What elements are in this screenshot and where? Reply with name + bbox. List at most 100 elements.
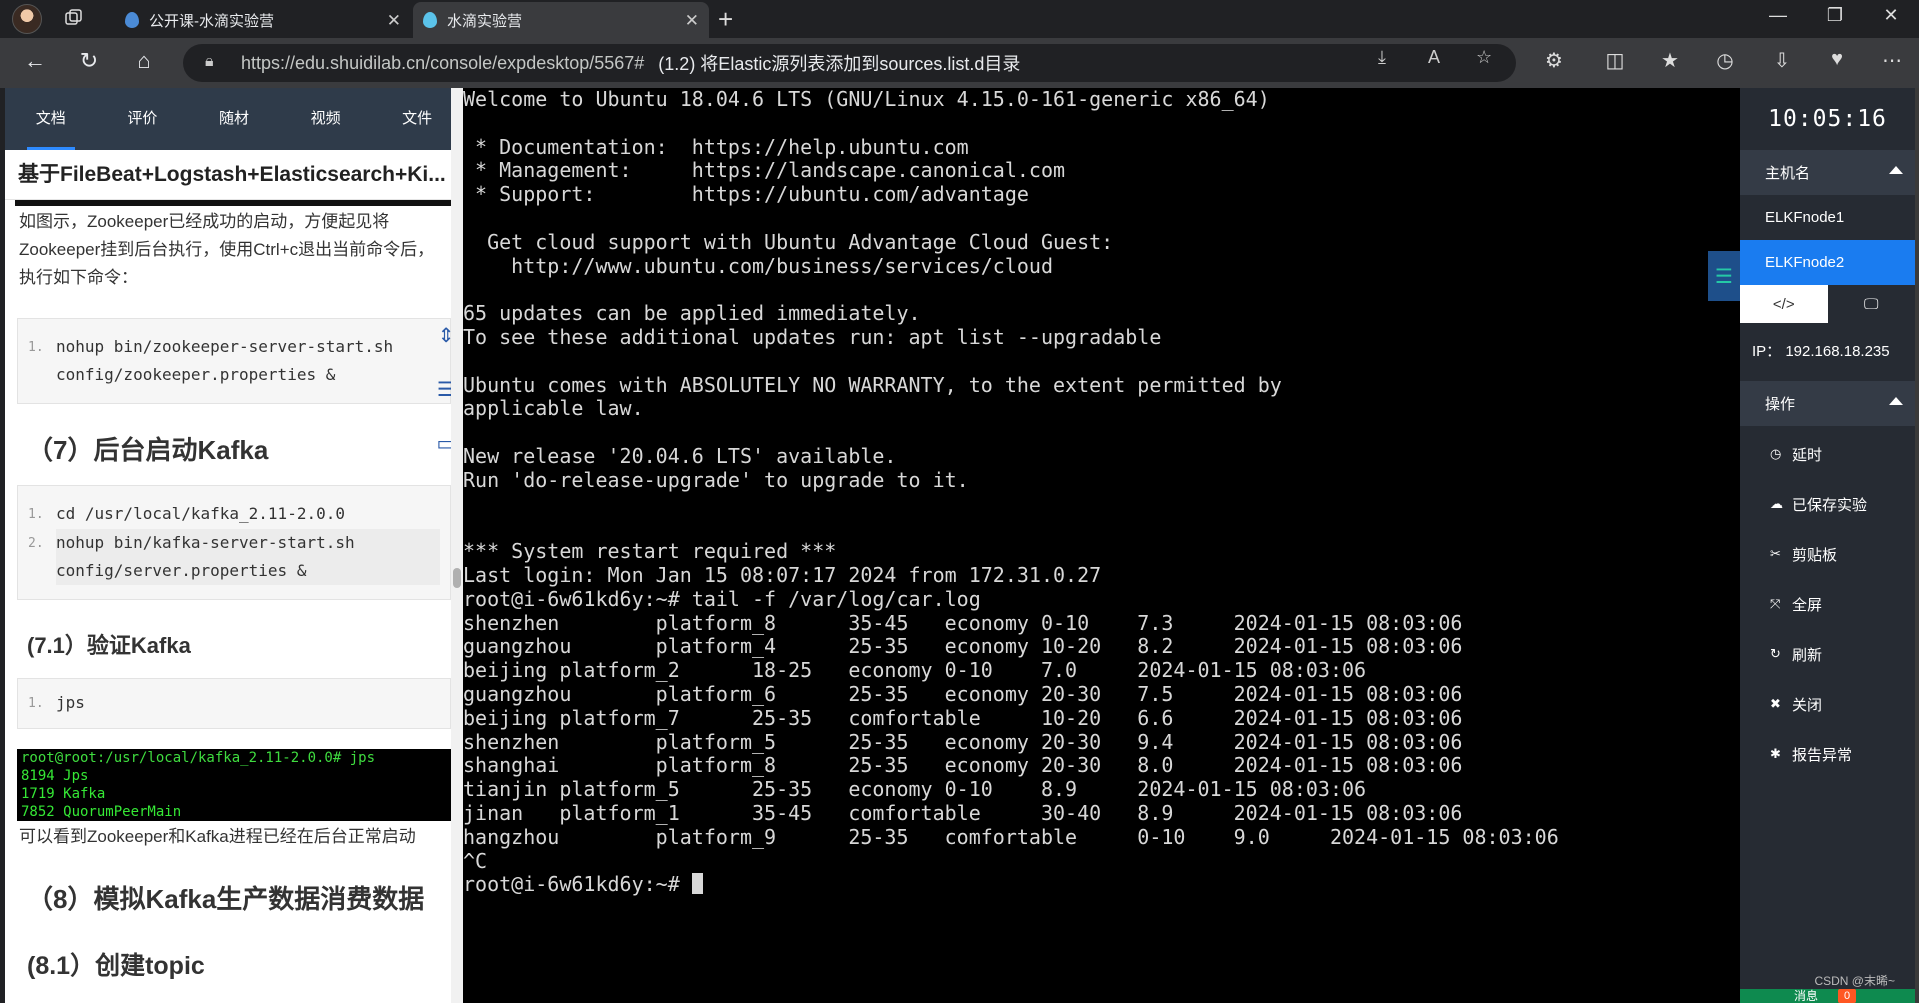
- profile-avatar[interactable]: [12, 4, 42, 34]
- performance-icon[interactable]: ♥: [1822, 48, 1852, 71]
- url-title: (1.2) 将Elastic源列表添加到sources.list.d目录: [658, 54, 1021, 74]
- tab-title: 水滴实验营: [447, 12, 523, 30]
- terminal-line: jinan platform_1 35-45 comfortable 30-40…: [463, 800, 1463, 825]
- tab-title: 公开课-水滴实验营: [149, 12, 274, 30]
- code-text: cd /usr/local/kafka_2.11-2.0.0: [56, 504, 345, 523]
- terminal-line: shanghai platform_8 25-35 economy 20-30 …: [463, 753, 1463, 778]
- browser-tab-2[interactable]: 水滴实验营 ✕: [413, 2, 709, 38]
- op-saved-button[interactable]: ☁ 已保存实验: [1740, 479, 1915, 529]
- desktop-view-icon[interactable]: 🖵︎: [1827, 285, 1915, 323]
- heading-verify-kafka: (7.1）验证Kafka: [27, 633, 191, 658]
- favorites-icon[interactable]: ★: [1655, 48, 1685, 73]
- close-window-button[interactable]: ✕: [1876, 5, 1906, 26]
- browser-tab-strip: 公开课-水滴实验营 ✕ 水滴实验营 ✕ + — ❐ ✕: [0, 0, 1919, 38]
- home-button[interactable]: ⌂: [129, 48, 159, 74]
- tab-review[interactable]: 评价: [97, 88, 189, 150]
- more-menu-icon[interactable]: ⋯: [1877, 48, 1907, 73]
- read-aloud-icon[interactable]: A: [1428, 47, 1440, 68]
- host-item-elkfnode1[interactable]: ELKFnode1: [1740, 195, 1915, 240]
- page-scrollbar[interactable]: [1915, 88, 1919, 1003]
- doc-scroll-thumb[interactable]: [453, 568, 461, 588]
- downloads-icon[interactable]: ⇩: [1767, 48, 1797, 73]
- doc-scrollbar[interactable]: [451, 88, 463, 1003]
- download-icon[interactable]: ⤓: [1378, 47, 1386, 68]
- ops-section-header[interactable]: 操作: [1740, 381, 1915, 426]
- paragraph: 如图示，Zookeeper已经成功的启动，方便起见将Zookeeper挂到后台执…: [19, 212, 435, 287]
- back-button[interactable]: ←: [20, 48, 50, 74]
- code-text: jps: [56, 693, 85, 712]
- bug-icon: ✱: [1770, 746, 1781, 761]
- tab-notes[interactable]: 随材: [188, 88, 280, 150]
- terminal-line: New release '20.04.6 LTS' available.: [463, 443, 897, 468]
- terminal-line: applicable law.: [463, 396, 644, 421]
- terminal-cursor: [691, 873, 703, 895]
- doc-tab-bar: 文档 评价 随材 视频 文件: [5, 88, 463, 150]
- terminal-line: beijing platform_2 18-25 economy 0-10 7.…: [463, 658, 1367, 683]
- host-section-header[interactable]: 主机名: [1740, 150, 1915, 195]
- jps-output-screenshot: root@root:/usr/local/kafka_2.11-2.0.0# j…: [17, 749, 451, 821]
- line-number: 1.: [28, 340, 44, 355]
- scissors-icon: ✂: [1770, 546, 1781, 561]
- paragraph: 可以看到Zookeeper和Kafka进程已经在后台正常启动: [19, 827, 416, 846]
- host-item-elkfnode2[interactable]: ELKFnode2: [1740, 240, 1915, 285]
- tab-video[interactable]: 视频: [280, 88, 372, 150]
- terminal-line: root@i-6w61kd6y:~# tail -f /var/log/car.…: [463, 586, 981, 611]
- code-block[interactable]: 1. jps: [17, 678, 451, 729]
- screenshot-edge: [15, 200, 453, 206]
- refresh-icon: ↻: [1770, 646, 1781, 661]
- tab-files[interactable]: 文件: [371, 88, 463, 150]
- host-header-label: 主机名: [1765, 165, 1811, 182]
- close-icon: ✖: [1770, 696, 1781, 711]
- op-clipboard-button[interactable]: ✂ 剪贴板: [1740, 529, 1915, 579]
- countdown-clock: 10:05:16: [1768, 106, 1887, 132]
- browser-tab-1[interactable]: 公开课-水滴实验营 ✕: [115, 2, 411, 38]
- close-tab-icon[interactable]: ✕: [387, 11, 401, 31]
- minimize-button[interactable]: —: [1763, 5, 1793, 26]
- split-screen-icon[interactable]: ◫: [1600, 48, 1630, 73]
- terminal-line: Ubuntu comes with ABSOLUTELY NO WARRANTY…: [463, 372, 1282, 397]
- new-tab-button[interactable]: +: [718, 4, 733, 35]
- reload-button[interactable]: ↻: [74, 48, 104, 74]
- water-drop-icon: [125, 12, 139, 28]
- op-close-button[interactable]: ✖ 关闭: [1740, 679, 1915, 729]
- message-label: 消息: [1794, 989, 1819, 1003]
- shot-line: 1719 Kafka: [21, 786, 106, 802]
- op-label: 剪贴板: [1792, 546, 1838, 564]
- op-refresh-button[interactable]: ↻ 刷新: [1740, 629, 1915, 679]
- op-report-button[interactable]: ✱ 报告异常: [1740, 729, 1915, 779]
- workspaces-icon[interactable]: [64, 8, 86, 30]
- code-block[interactable]: 1. cd /usr/local/kafka_2.11-2.0.0 2. noh…: [17, 485, 451, 600]
- terminal-line: beijing platform_7 25-35 comfortable 10-…: [463, 705, 1463, 730]
- terminal-line: Welcome to Ubuntu 18.04.6 LTS (GNU/Linux…: [463, 88, 1270, 111]
- heading-create-topic: (8.1）创建topic: [27, 952, 205, 980]
- code-block[interactable]: 1. nohup bin/zookeeper-server-start.sh c…: [17, 318, 451, 404]
- close-tab-icon[interactable]: ✕: [685, 11, 699, 31]
- terminal[interactable]: Welcome to Ubuntu 18.04.6 LTS (GNU/Linux…: [463, 88, 1740, 1003]
- clock-icon: ◷: [1770, 446, 1782, 461]
- op-delay-button[interactable]: ◷ 延时: [1740, 429, 1915, 479]
- lab-control-panel: 10:05:16 主机名 ELKFnode1 ELKFnode2 </> 🖵︎ …: [1740, 88, 1915, 1003]
- shot-line: 7852 QuorumPeerMain: [21, 804, 182, 820]
- terminal-line: guangzhou platform_6 25-35 economy 20-30…: [463, 681, 1463, 706]
- collapse-caret-icon: [1889, 166, 1903, 174]
- address-toolbar: ← ↻ ⌂ 🔒︎ https://edu.shuidilab.cn/consol…: [0, 38, 1919, 88]
- op-label: 延时: [1792, 446, 1823, 464]
- code-line: 1. cd /usr/local/kafka_2.11-2.0.0: [28, 500, 440, 529]
- maximize-button[interactable]: ❐: [1820, 5, 1850, 26]
- panel-toggle-icon[interactable]: ☰: [1708, 251, 1740, 301]
- code-view-icon[interactable]: </>: [1740, 285, 1828, 323]
- terminal-line: Run 'do-release-upgrade' to upgrade to i…: [463, 467, 969, 492]
- extensions-icon[interactable]: ⚙: [1539, 48, 1569, 73]
- address-bar[interactable]: 🔒︎ https://edu.shuidilab.cn/console/expd…: [183, 44, 1516, 82]
- tab-document[interactable]: 文档: [5, 88, 97, 150]
- terminal-line: ^C: [463, 848, 488, 873]
- op-fullscreen-button[interactable]: ⤧ 全屏: [1740, 579, 1915, 629]
- message-bar[interactable]: 消息 0: [1740, 989, 1915, 1003]
- lock-icon[interactable]: 🔒︎: [205, 53, 214, 71]
- terminal-line: tianjin platform_5 25-35 economy 0-10 8.…: [463, 777, 1367, 802]
- code-line: 1. jps: [28, 689, 440, 718]
- favorite-star-icon[interactable]: ☆: [1476, 47, 1492, 68]
- history-icon[interactable]: ◷: [1710, 48, 1740, 73]
- terminal-prompt-line[interactable]: root@i-6w61kd6y:~#: [463, 872, 1740, 897]
